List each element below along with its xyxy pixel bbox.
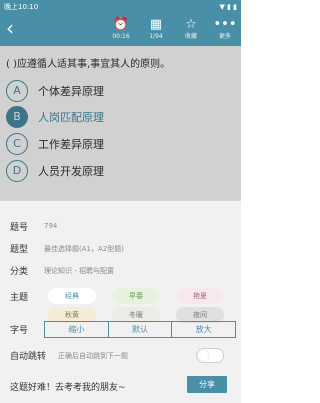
favorite-button[interactable]: ☆ 收藏 [176, 16, 206, 41]
type-label: 题型 [10, 245, 29, 255]
grid-icon: ▦ [149, 17, 163, 32]
font-size-label: 字号 [10, 326, 29, 336]
font-default-button[interactable]: 默认 [107, 322, 172, 337]
toggle-knob [198, 350, 209, 361]
star-icon: ☆ [185, 17, 197, 32]
theme-early-spring[interactable]: 早春 [112, 288, 160, 304]
dim-overlay[interactable] [0, 46, 241, 200]
progress-button[interactable]: ▦ 1/94 [141, 16, 171, 41]
favorite-label: 收藏 [184, 33, 197, 40]
number-value: 794 [44, 222, 58, 230]
share-prompt: 这题好难！去考考我的朋友~ [10, 383, 126, 393]
auto-jump-label: 自动跳转 [10, 352, 47, 362]
timer-label: 00:16 [112, 33, 130, 40]
font-smaller-button[interactable]: 缩小 [45, 322, 108, 337]
more-button[interactable]: ••• 更多 [210, 16, 240, 41]
timer-button[interactable]: ⏰ 00:16 [106, 16, 136, 41]
status-bar: 晚上10:10 ▼ ▮ ▮ [0, 0, 241, 14]
back-arrow-icon[interactable]: ‹ [6, 17, 14, 39]
more-icon: ••• [213, 17, 237, 32]
category-label: 分类 [10, 267, 29, 277]
auto-jump-toggle[interactable] [196, 348, 224, 363]
font-larger-button[interactable]: 放大 [171, 322, 235, 337]
share-button[interactable]: 分享 [187, 376, 227, 393]
more-label: 更多 [218, 33, 231, 40]
type-value: 最佳选择题(A1，A2型题) [44, 245, 124, 253]
status-indicators: ▼ ▮ ▮ [219, 3, 237, 11]
top-toolbar: ‹ ⏰ 00:16 ▦ 1/94 ☆ 收藏 ••• 更多 [0, 14, 241, 46]
progress-label: 1/94 [149, 33, 163, 40]
auto-jump-description: 正确后自动跳到下一题 [58, 352, 128, 360]
theme-summer[interactable]: 艳夏 [176, 288, 224, 304]
status-time: 晚上10:10 [4, 3, 39, 11]
font-size-control: 缩小 默认 放大 [44, 321, 236, 338]
alarm-clock-icon: ⏰ [112, 17, 130, 32]
theme-label: 主题 [10, 293, 29, 303]
theme-classic[interactable]: 经典 [48, 288, 96, 304]
category-value: 理论知识 - 招聘与配置 [44, 267, 114, 275]
number-label: 题号 [10, 223, 29, 233]
